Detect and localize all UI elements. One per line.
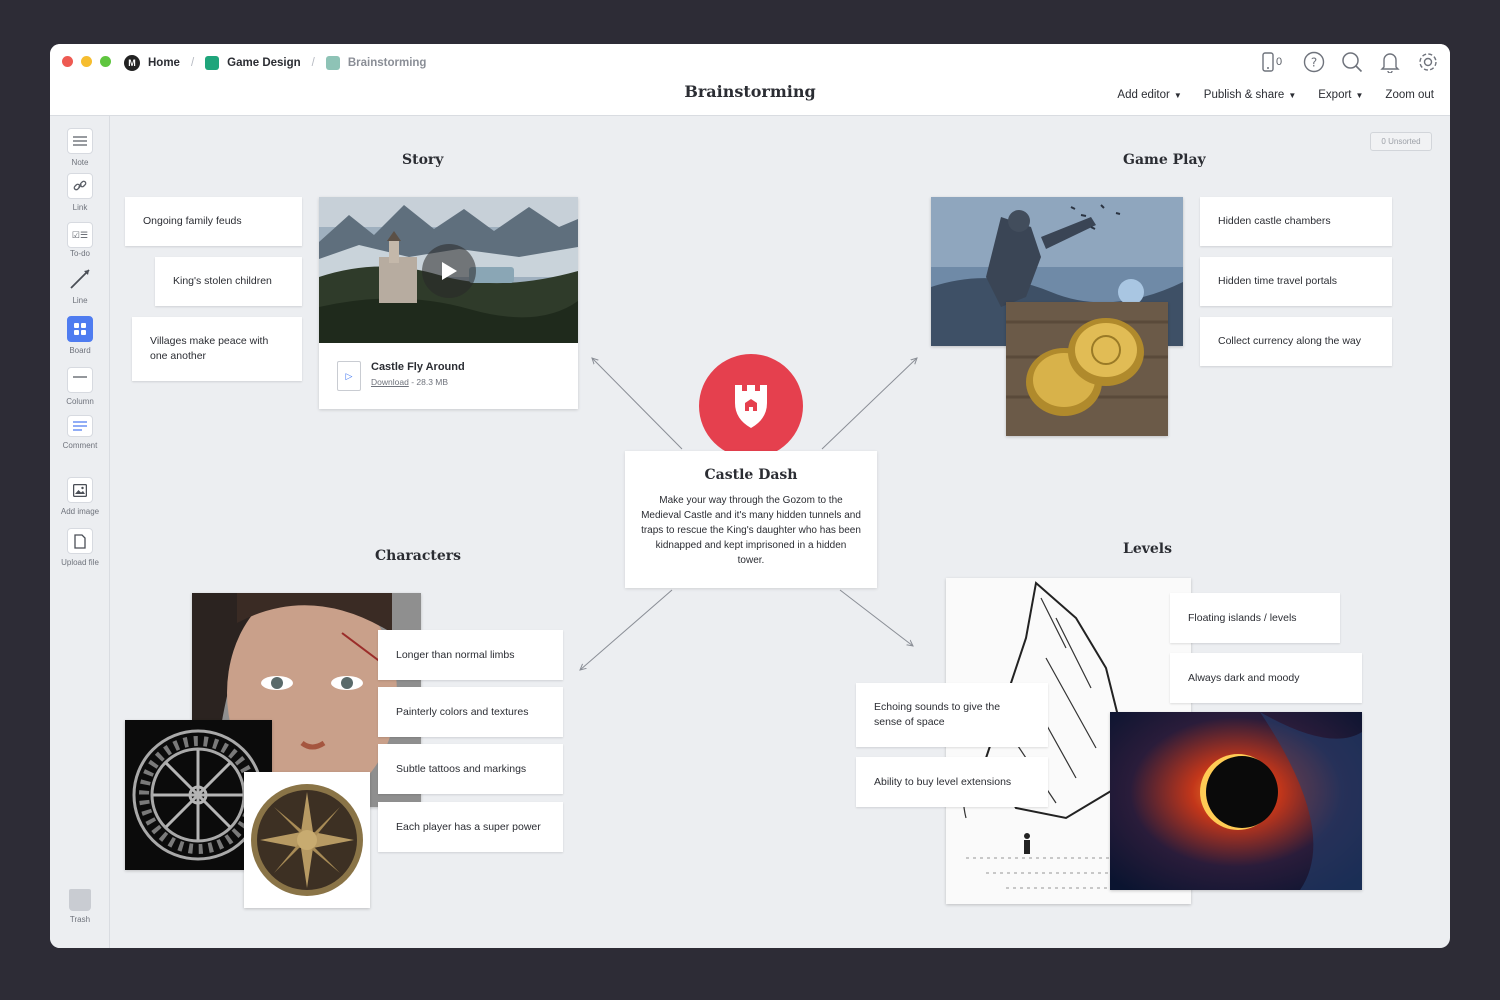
video-file-icon: ▷ xyxy=(337,361,361,391)
section-title-gameplay: Game Play xyxy=(1123,152,1206,168)
note-card[interactable]: Collect currency along the way xyxy=(1200,317,1392,366)
download-link[interactable]: Download xyxy=(371,377,409,387)
video-thumbnail[interactable] xyxy=(319,197,578,343)
arrow-to-characters xyxy=(580,589,673,670)
play-button[interactable] xyxy=(422,244,476,298)
arrow-to-levels xyxy=(839,589,913,646)
note-card[interactable]: Villages make peace with one another xyxy=(132,317,302,381)
note-text: Villages make peace with one another xyxy=(150,335,269,362)
section-title-characters: Characters xyxy=(375,548,461,564)
arrow-to-story xyxy=(592,358,683,450)
note-text: Collect currency along the way xyxy=(1218,335,1361,347)
note-card[interactable]: Ongoing family feuds xyxy=(125,197,302,246)
note-card[interactable]: Echoing sounds to give the sense of spac… xyxy=(856,683,1048,747)
note-card[interactable]: King's stolen children xyxy=(155,257,302,306)
note-text: Each player has a super power xyxy=(396,820,541,833)
note-text: Echoing sounds to give the sense of spac… xyxy=(874,701,1001,728)
note-text: King's stolen children xyxy=(173,275,272,287)
section-title-levels: Levels xyxy=(1123,541,1172,557)
note-text: Longer than normal limbs xyxy=(396,648,515,661)
note-text: Ability to buy level extensions xyxy=(874,775,1012,788)
note-card[interactable]: Hidden castle chambers xyxy=(1200,197,1392,246)
note-card[interactable]: Subtle tattoos and markings xyxy=(378,744,563,794)
note-card[interactable]: Longer than normal limbs xyxy=(378,630,563,680)
center-card[interactable]: Castle Dash Make your way through the Go… xyxy=(625,451,877,588)
note-text: Painterly colors and textures xyxy=(396,705,529,718)
note-text: Hidden castle chambers xyxy=(1218,215,1331,227)
shield-image[interactable] xyxy=(244,772,370,908)
center-card-title: Castle Dash xyxy=(704,467,798,483)
note-text: Floating islands / levels xyxy=(1188,611,1297,624)
note-card[interactable]: Hidden time travel portals xyxy=(1200,257,1392,306)
video-card[interactable]: ▷ Castle Fly Around Download - 28.3 MB xyxy=(319,197,578,409)
note-text: Subtle tattoos and markings xyxy=(396,762,527,775)
video-file-info: ▷ Castle Fly Around Download - 28.3 MB xyxy=(337,361,465,391)
note-text: Hidden time travel portals xyxy=(1218,275,1338,287)
gold-coins-image[interactable] xyxy=(1006,302,1168,436)
note-card[interactable]: Painterly colors and textures xyxy=(378,687,563,737)
eclipse-image[interactable] xyxy=(1110,712,1362,890)
video-file-name: Castle Fly Around xyxy=(371,361,465,373)
app-window: M Home / Game Design / Brainstorming Bra… xyxy=(50,44,1450,948)
note-card[interactable]: Always dark and moody xyxy=(1170,653,1362,703)
file-size: - 28.3 MB xyxy=(411,377,449,387)
center-card-description: Make your way through the Gozom to the M… xyxy=(641,495,861,566)
note-text: Ongoing family feuds xyxy=(143,215,242,227)
play-icon xyxy=(442,262,457,280)
note-card[interactable]: Ability to buy level extensions xyxy=(856,757,1048,807)
note-card[interactable]: Floating islands / levels xyxy=(1170,593,1340,643)
section-title-story: Story xyxy=(402,152,444,168)
note-text: Always dark and moody xyxy=(1188,671,1300,684)
center-board-icon[interactable] xyxy=(699,354,803,458)
note-card[interactable]: Each player has a super power xyxy=(378,802,563,852)
castle-icon xyxy=(735,385,767,428)
arrow-to-gameplay xyxy=(821,358,917,450)
